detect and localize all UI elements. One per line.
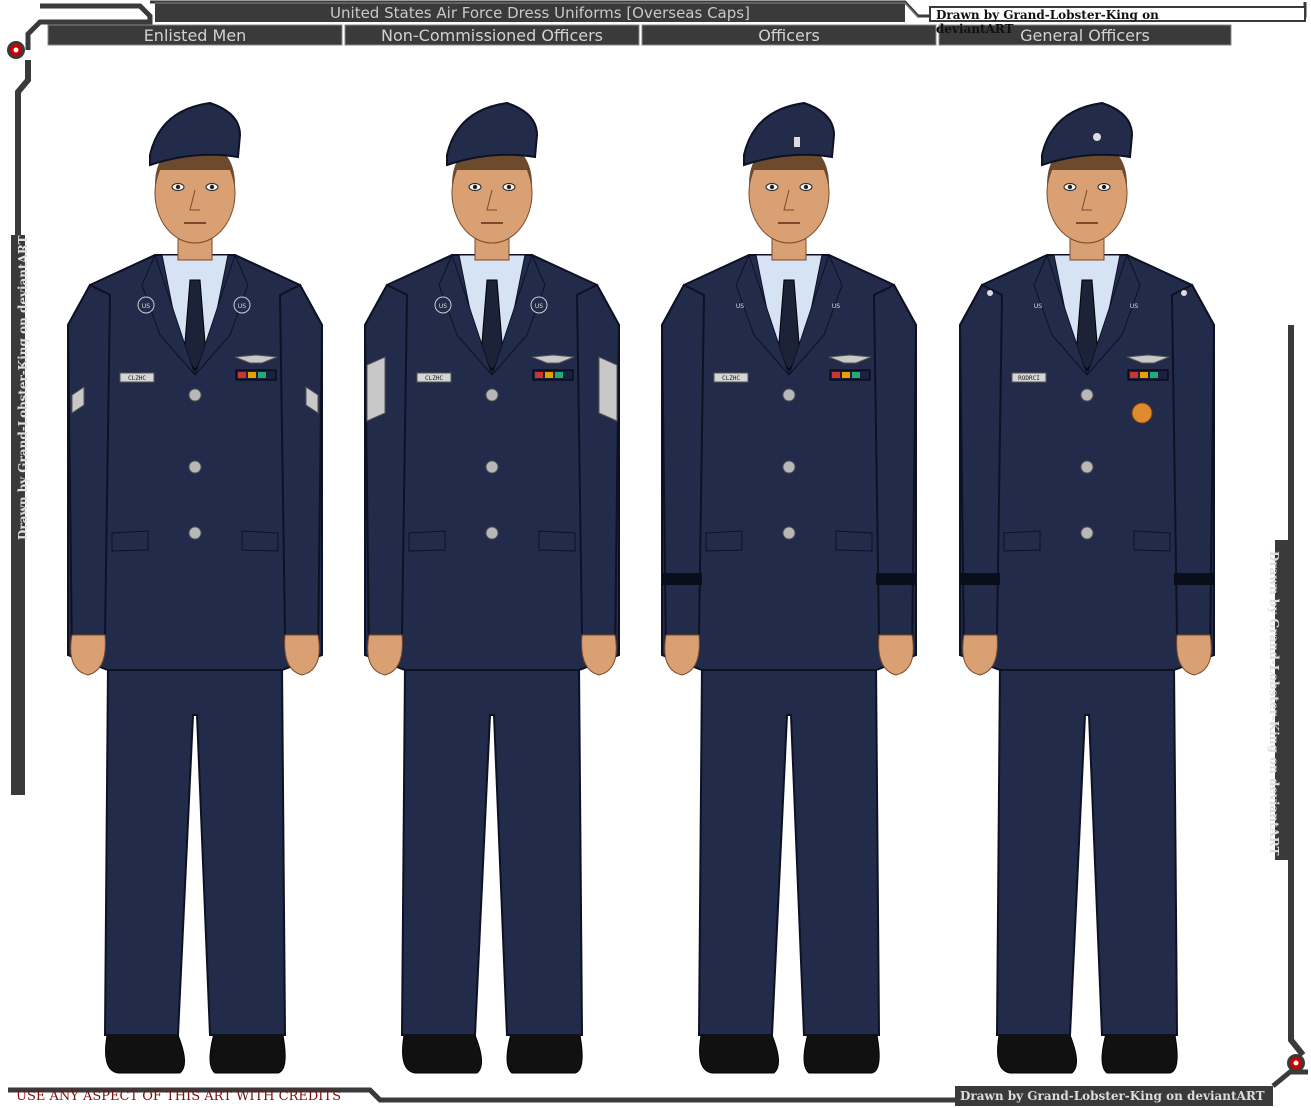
- usage-note: USE ANY ASPECT OF THIS ART WITH CREDITS: [16, 1089, 341, 1104]
- nametag-text: CLZHC: [128, 375, 146, 382]
- figure-general: US US RODRCI: [942, 95, 1232, 1085]
- left-shoe: [402, 1029, 482, 1074]
- right-shoe: [1101, 1029, 1178, 1074]
- collar-text-left: US: [439, 303, 447, 310]
- button: [188, 526, 202, 540]
- tab-general-officers[interactable]: General Officers: [939, 25, 1231, 45]
- right-hand: [284, 634, 320, 676]
- collar-text-left: US: [1034, 303, 1042, 310]
- left-shoe: [105, 1029, 185, 1074]
- button: [485, 526, 499, 540]
- left-sleeve: [363, 283, 409, 657]
- right-pocket-flap: [835, 530, 873, 552]
- right-pocket-flap: [241, 530, 279, 552]
- nametag-text: CLZHC: [425, 375, 443, 382]
- figure-enlisted: US US CLZHC: [50, 95, 340, 1085]
- right-pocket-flap: [1133, 530, 1171, 552]
- collar-text-right: US: [832, 303, 840, 310]
- right-shoe: [803, 1029, 880, 1074]
- left-pocket-flap: [111, 530, 149, 552]
- tab-non-commissioned-officers[interactable]: Non-Commissioned Officers: [345, 25, 639, 45]
- right-sleeve: [278, 283, 324, 657]
- button: [188, 388, 202, 402]
- overseas-cap: [743, 101, 836, 167]
- trousers: [697, 664, 881, 1036]
- nametag-text: RODRCI: [1018, 375, 1040, 382]
- chevrons-left: [366, 356, 386, 422]
- button: [485, 460, 499, 474]
- left-sleeve: [958, 283, 1004, 657]
- trousers: [995, 664, 1179, 1036]
- overseas-cap: [149, 101, 242, 167]
- left-shoe: [997, 1029, 1077, 1074]
- button: [485, 388, 499, 402]
- nametag-text: CLZHC: [722, 375, 740, 382]
- right-sleeve: [1170, 283, 1216, 657]
- left-hand: [367, 634, 403, 676]
- badge-emblem: [1131, 402, 1153, 424]
- button: [1080, 460, 1094, 474]
- collar-text-left: US: [142, 303, 150, 310]
- left-hand: [664, 634, 700, 676]
- side-credit-left: Drawn by Grand-Lobster-King on deviantAR…: [16, 235, 30, 540]
- button: [1080, 526, 1094, 540]
- credit-bottom: Drawn by Grand-Lobster-King on deviantAR…: [960, 1089, 1265, 1103]
- collar-text-right: US: [535, 303, 543, 310]
- button: [782, 388, 796, 402]
- tab-enlisted-men[interactable]: Enlisted Men: [48, 25, 342, 45]
- tab-officers[interactable]: Officers: [642, 25, 936, 45]
- cap-stars: [1093, 133, 1101, 141]
- right-hand: [1176, 634, 1212, 676]
- shoulder-star-right: [1181, 290, 1187, 296]
- button: [1080, 388, 1094, 402]
- cuff-braid-left: [960, 573, 1000, 585]
- right-shoe: [506, 1029, 583, 1074]
- cuff-braid-left: [662, 573, 702, 585]
- collar-text-right: US: [238, 303, 246, 310]
- right-hand: [581, 634, 617, 676]
- button: [188, 460, 202, 474]
- left-sleeve: [66, 283, 112, 657]
- collar-text-left: US: [736, 303, 744, 310]
- cuff-braid-right: [1174, 573, 1214, 585]
- right-pocket-flap: [538, 530, 576, 552]
- right-sleeve: [575, 283, 621, 657]
- left-pocket-flap: [1003, 530, 1041, 552]
- chevrons-right: [598, 356, 618, 422]
- overseas-cap: [446, 101, 539, 167]
- left-pocket-flap: [705, 530, 743, 552]
- shoulder-star-left: [987, 290, 993, 296]
- left-shoe: [699, 1029, 779, 1074]
- side-credit-right: Drawn by Grand-Lobster-King on deviantAR…: [1267, 551, 1281, 856]
- left-hand: [962, 634, 998, 676]
- trousers: [400, 664, 584, 1036]
- button: [782, 526, 796, 540]
- right-shoe: [209, 1029, 286, 1074]
- left-pocket-flap: [408, 530, 446, 552]
- button: [782, 460, 796, 474]
- figure-nco: US US CLZHC: [347, 95, 637, 1085]
- cuff-braid-right: [876, 573, 916, 585]
- overseas-cap: [1041, 101, 1134, 167]
- left-hand: [70, 634, 106, 676]
- right-sleeve: [872, 283, 918, 657]
- collar-text-right: US: [1130, 303, 1138, 310]
- right-hand: [878, 634, 914, 676]
- page-title: United States Air Force Dress Uniforms […: [330, 4, 750, 22]
- cap-rank-bars: [794, 137, 800, 147]
- trousers: [103, 664, 287, 1036]
- figure-officer: US US CLZHC: [644, 95, 934, 1085]
- credit-top: Drawn by Grand-Lobster-King on deviantAR…: [936, 8, 1159, 36]
- left-sleeve: [660, 283, 706, 657]
